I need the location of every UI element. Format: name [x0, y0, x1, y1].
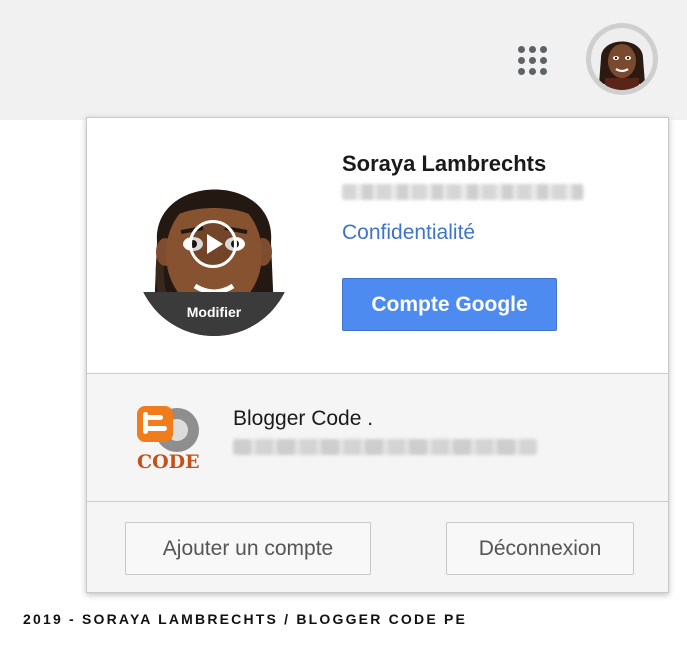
modify-photo-label: Modifier — [135, 292, 293, 336]
privacy-link[interactable]: Confidentialité — [342, 221, 475, 245]
profile-photo[interactable]: Modifier — [135, 156, 295, 336]
account-avatar-button[interactable] — [586, 23, 658, 95]
add-account-button[interactable]: Ajouter un compte — [125, 522, 371, 575]
apps-grid-icon[interactable] — [510, 38, 556, 84]
avatar-icon — [591, 28, 653, 90]
logout-button[interactable]: Déconnexion — [446, 522, 634, 575]
svg-text:CODE: CODE — [137, 451, 200, 473]
user-email-redacted — [342, 184, 584, 200]
google-account-button[interactable]: Compte Google — [342, 278, 557, 331]
credit-text: 2019 - SORAYA LAMBRECHTS / BLOGGER CODE … — [23, 611, 468, 627]
blogger-logo: CODE — [137, 406, 200, 473]
account-list-item[interactable]: CODE Blogger Code . — [87, 374, 668, 501]
popup-footer: Ajouter un compte Déconnexion — [87, 502, 668, 592]
account-name: Blogger Code . — [233, 407, 374, 430]
user-name: Soraya Lambrechts — [342, 151, 547, 176]
top-bar — [0, 0, 687, 120]
account-popup: Modifier Soraya Lambrechts Confidentiali… — [86, 117, 669, 593]
account-email-redacted — [233, 439, 537, 455]
play-icon — [189, 220, 237, 268]
